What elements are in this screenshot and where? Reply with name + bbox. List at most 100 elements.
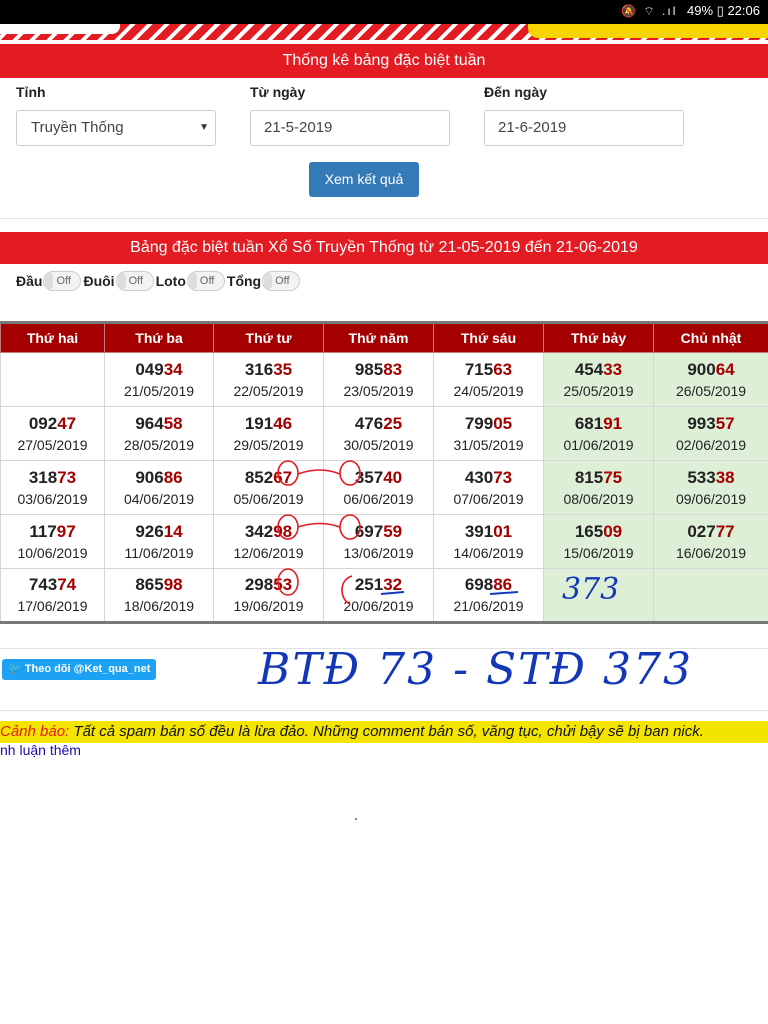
prize-head: 165 — [574, 521, 604, 541]
prize-number: 68191 — [544, 413, 653, 435]
prize-date: 05/06/2019 — [233, 490, 304, 507]
prize-number: 71563 — [434, 359, 543, 381]
more-comments-link[interactable]: nh luận thêm — [0, 742, 81, 758]
prize-date: 28/05/2019 — [123, 436, 195, 453]
prize-tail: 86 — [163, 467, 183, 487]
prize-date: 22/05/2019 — [233, 382, 304, 399]
prize-tail: 86 — [493, 575, 513, 594]
day-header: Thứ tư — [213, 321, 324, 353]
toggle-label: Đuôi — [83, 273, 115, 289]
prize-tail: 09 — [603, 521, 623, 541]
toggle-state: Off — [275, 275, 290, 287]
prize-number: 11797 — [1, 521, 104, 543]
prize-tail: 64 — [715, 359, 735, 379]
result-cell: 99357 02/06/2019 — [653, 406, 768, 461]
prize-tail: 59 — [383, 521, 403, 541]
day-header: Thứ sáu — [433, 321, 544, 353]
prize-date: 09/06/2019 — [675, 490, 747, 507]
prize-tail: 98 — [273, 521, 293, 541]
prize-date: 14/06/2019 — [453, 544, 524, 561]
prize-tail: 91 — [603, 413, 623, 433]
result-cell: 69759 13/06/2019 — [323, 514, 434, 569]
result-cell: 74374 17/06/2019 — [0, 568, 105, 623]
prize-tail: 83 — [383, 359, 403, 379]
prize-tail: 73 — [493, 467, 513, 487]
toggle-3: Tổng Off — [227, 271, 302, 291]
toggle-switch[interactable]: Off — [43, 271, 82, 291]
prize-number: 19146 — [214, 413, 323, 435]
prize-tail: 58 — [163, 413, 183, 433]
prize-number: 29853 — [214, 574, 323, 596]
prize-tail: 25 — [383, 413, 403, 433]
toggle-2: Loto Off — [156, 271, 227, 291]
toggle-knob — [264, 273, 273, 289]
prize-head: 318 — [28, 467, 58, 487]
prize-number: 31635 — [214, 359, 323, 381]
prize-date: 07/06/2019 — [453, 490, 524, 507]
toggle-1: Đuôi Off — [83, 271, 155, 291]
prize-tail: 63 — [493, 359, 513, 379]
prize-number: 34298 — [214, 521, 323, 543]
prize-number: 53338 — [654, 467, 768, 489]
result-cell — [0, 352, 105, 407]
from-date-input[interactable]: 21-5-2019 — [250, 110, 450, 146]
battery-level: 49% — [687, 3, 714, 18]
prize-tail: 98 — [163, 575, 183, 594]
toggle-switch[interactable]: Off — [262, 271, 301, 291]
search-panel-title: Thống kê bảng đặc biệt tuần — [0, 44, 768, 78]
view-results-button[interactable]: Xem kết quả — [309, 162, 419, 197]
twitter-follow-button[interactable]: 🐦 Theo dõi @Ket_qua_net — [2, 659, 156, 680]
prize-date: 02/06/2019 — [675, 436, 747, 453]
prize-date: 19/06/2019 — [233, 598, 304, 614]
prize-tail: 01 — [493, 521, 513, 541]
prize-number: 98583 — [324, 359, 433, 381]
result-cell: 79905 31/05/2019 — [433, 406, 544, 461]
result-cell: 11797 10/06/2019 — [0, 514, 105, 569]
province-select[interactable]: Truyền Thống ▼ — [16, 110, 216, 146]
spam-warning: Cảnh báo: Tất cả spam bán số đều là lừa … — [0, 721, 768, 743]
prize-date: 12/06/2019 — [233, 544, 304, 561]
toggle-label: Loto — [155, 273, 186, 289]
toggle-state: Off — [128, 275, 144, 287]
special-prize-table: Thứ hai Thứ ba Thứ tư Thứ năm Thứ sáu Thứ bảy… — [0, 321, 768, 624]
result-cell: 43073 07/06/2019 — [433, 460, 544, 515]
result-cell: 34298 12/06/2019 — [213, 514, 324, 569]
prize-tail: 05 — [493, 413, 513, 433]
prize-date: 10/06/2019 — [17, 544, 88, 561]
prize-head: 993 — [687, 413, 716, 433]
prize-head: 191 — [244, 413, 274, 433]
prize-tail: 77 — [715, 521, 735, 541]
result-cell: 35740 06/06/2019 — [323, 460, 434, 515]
day-header: Thứ hai — [0, 321, 105, 353]
to-date-input[interactable]: 21-6-2019 — [484, 110, 684, 146]
prize-number: 85267 — [214, 467, 323, 489]
prize-date: 20/06/2019 — [343, 598, 414, 614]
prize-date: 16/06/2019 — [675, 544, 747, 561]
prize-head: 743 — [28, 575, 58, 594]
divider — [0, 218, 768, 219]
result-cell: 29853 19/06/2019 — [213, 568, 324, 623]
prize-head: 316 — [244, 359, 274, 379]
prize-number: 99357 — [654, 413, 768, 435]
province-select-value: Truyền Thống — [31, 119, 124, 136]
prize-head: 926 — [135, 521, 164, 541]
toggle-knob — [117, 273, 126, 289]
prize-tail: 75 — [603, 467, 623, 487]
result-cell: 53338 09/06/2019 — [653, 460, 768, 515]
prize-number: 69886 — [434, 574, 543, 596]
prize-date: 13/06/2019 — [343, 544, 414, 561]
prize-date: 31/05/2019 — [453, 436, 524, 453]
toggle-state: Off — [56, 275, 71, 287]
toggle-switch[interactable]: Off — [115, 271, 154, 291]
prize-tail: 57 — [715, 413, 735, 433]
prize-date: 01/06/2019 — [563, 436, 634, 453]
prize-tail: 67 — [273, 467, 293, 487]
toggle-switch[interactable]: Off — [186, 271, 225, 291]
battery-icon: ▯ — [716, 3, 724, 18]
site-logo[interactable] — [0, 24, 120, 34]
result-cell: 85267 05/06/2019 — [213, 460, 324, 515]
prize-number: 47625 — [324, 413, 433, 435]
prize-tail: 47 — [57, 413, 77, 433]
prize-head: 900 — [687, 359, 716, 379]
result-cell: 92614 11/06/2019 — [104, 514, 214, 569]
